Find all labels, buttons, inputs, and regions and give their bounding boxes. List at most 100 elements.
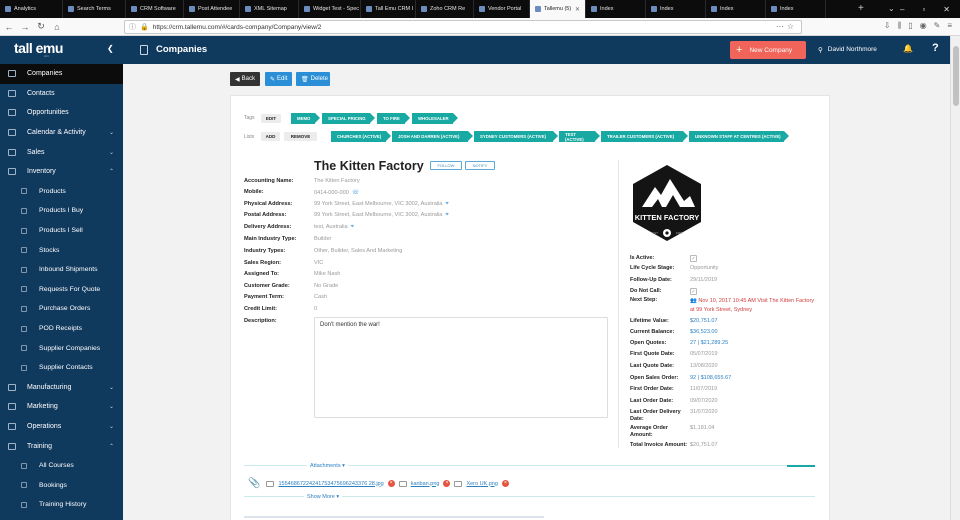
sidebar-item-all-courses[interactable]: All Courses <box>0 456 123 476</box>
sidebar-item-companies[interactable]: Companies <box>0 64 123 84</box>
tag-chip[interactable]: TO FIRE <box>377 113 410 124</box>
menu-icon[interactable]: ≡ <box>947 21 952 31</box>
delete-attachment-icon[interactable]: × <box>501 480 509 487</box>
browser-tab[interactable]: CRM Software <box>126 0 184 18</box>
extension-icon[interactable]: ✎ <box>934 21 941 31</box>
attachment-link[interactable]: Xero UK.png <box>466 481 498 487</box>
tag-chip[interactable]: WHOLESALER <box>412 113 458 124</box>
sidebar-item-inbound-shipments[interactable]: Inbound Shipments <box>0 260 123 280</box>
app-logo[interactable]: tall emu crm <box>14 40 63 58</box>
minimize-icon[interactable]: – <box>900 5 904 14</box>
delete-attachment-icon[interactable]: × <box>443 480 451 487</box>
sidebar-item-bookings[interactable]: Bookings <box>0 475 123 495</box>
sidebar-item-calendar-activity[interactable]: Calendar & Activity ⌄ <box>0 123 123 143</box>
scrollbar-thumb[interactable] <box>953 46 959 106</box>
sidebar-item-pod-receipts[interactable]: POD Receipts <box>0 319 123 339</box>
list-chip[interactable]: TEST (ACTIVE) <box>559 131 600 142</box>
map-marker-icon[interactable]: ⌖ <box>445 212 448 218</box>
maximize-icon[interactable]: ▫ <box>922 5 925 14</box>
sidebar-item-products-i-buy[interactable]: Products I Buy <box>0 201 123 221</box>
back-nav-icon[interactable]: ← <box>2 22 16 32</box>
browser-tab[interactable]: Widget Test - Spec <box>299 0 361 18</box>
paperclip-icon[interactable]: 📎 <box>248 478 260 489</box>
description-box[interactable]: Don't mention the war! <box>314 317 608 418</box>
list-chip[interactable]: CHURCHES (ACTIVE) <box>331 131 391 142</box>
account-icon[interactable]: ◉ <box>920 21 927 31</box>
lists-remove-button[interactable]: REMOVE <box>284 132 317 141</box>
sidebar-toggle-icon[interactable]: ▯ <box>908 21 912 31</box>
list-chip[interactable]: JOSH AND DARREN (ACTIVE) <box>392 131 473 142</box>
sidebar-item-operations[interactable]: Operations ⌄ <box>0 417 123 437</box>
chevron-icon[interactable]: ⌄ <box>109 149 114 156</box>
sidebar-item-stocks[interactable]: Stocks <box>0 240 123 260</box>
sidebar-item-manufacturing[interactable]: Manufacturing ⌄ <box>0 378 123 398</box>
browser-tab[interactable]: Index <box>766 0 826 18</box>
chevron-icon[interactable]: ⌄ <box>109 384 114 391</box>
new-company-button[interactable]: + New Company <box>730 41 806 59</box>
sidebar-item-requests-for-quote[interactable]: Requests For Quote <box>0 280 123 300</box>
summary-value[interactable]: $36,523.00 <box>690 329 718 335</box>
close-tab-icon[interactable]: ✕ <box>575 6 580 13</box>
chevron-icon[interactable]: ⌃ <box>109 443 114 450</box>
is-active-checkbox[interactable]: ✓ <box>690 255 697 262</box>
browser-tab[interactable]: Search Terms <box>63 0 126 18</box>
edit-button[interactable]: ✎ Edit <box>265 72 292 86</box>
delete-attachment-icon[interactable]: × <box>387 480 395 487</box>
collapse-sidebar-icon[interactable]: ❮ <box>107 44 114 53</box>
list-chip[interactable]: TRAILER CUSTOMERS (ACTIVE) <box>601 131 688 142</box>
summary-value[interactable]: 92 | $108,655.67 <box>690 375 731 381</box>
phone-icon[interactable]: ☏ <box>352 190 360 196</box>
address-bar[interactable]: ⓘ 🔒 https://crm.tallemu.com/#/cards-comp… <box>124 20 802 34</box>
reload-icon[interactable]: ↻ <box>34 21 48 32</box>
tab-list-icon[interactable]: ⌄ <box>888 4 895 13</box>
list-chip[interactable]: UNKNOWN STAFF AT CENTRES (ACTIVE) <box>689 131 789 142</box>
download-icon[interactable]: ⇩ <box>884 21 891 31</box>
browser-tab[interactable]: XML Sitemap <box>240 0 299 18</box>
help-button[interactable]: ? <box>932 42 939 54</box>
library-icon[interactable]: ⫼ <box>898 21 902 31</box>
page-info-icon[interactable]: ⓘ <box>129 22 136 32</box>
attachment-link[interactable]: kanban.png <box>411 481 440 487</box>
tag-chip[interactable]: SPECIAL PRICING <box>322 113 375 124</box>
dnc-checkbox[interactable]: ✓ <box>690 288 697 295</box>
attachment-link[interactable]: 15546867224241753475696243376 28.jpg <box>278 481 383 487</box>
tags-edit-button[interactable]: EDIT <box>261 114 281 123</box>
sidebar-item-purchase-orders[interactable]: Purchase Orders <box>0 299 123 319</box>
back-button[interactable]: ◀ Back <box>230 72 260 86</box>
delete-button[interactable]: 🗑 Delete <box>296 72 330 86</box>
list-chip[interactable]: SYDNEY CUSTOMERS (ACTIVE) <box>474 131 558 142</box>
close-window-icon[interactable]: ✕ <box>943 5 950 14</box>
sidebar-item-training-history[interactable]: Training History <box>0 495 123 515</box>
sidebar-item-products-i-sell[interactable]: Products I Sell <box>0 221 123 241</box>
show-more-toggle[interactable]: Show More ▾ <box>304 494 343 500</box>
browser-tab[interactable]: Analytics <box>0 0 63 18</box>
sidebar-item-reporting[interactable]: Reporting⌄ <box>0 515 123 520</box>
browser-tab[interactable]: Vendor Portal <box>474 0 530 18</box>
chevron-icon[interactable]: ⌃ <box>109 168 114 175</box>
browser-tab[interactable]: Index <box>646 0 706 18</box>
attachments-toggle[interactable]: Attachments ▾ <box>307 463 348 469</box>
browser-tab[interactable]: Index <box>706 0 766 18</box>
sidebar-item-products[interactable]: Products <box>0 182 123 202</box>
map-marker-icon[interactable]: ⌖ <box>445 201 448 207</box>
browser-tab[interactable]: Index <box>586 0 646 18</box>
browser-tab[interactable]: Zoho CRM Re <box>416 0 474 18</box>
page-scrollbar[interactable] <box>950 36 960 520</box>
browser-tab[interactable]: Tallemu (5) ✕ <box>530 0 586 18</box>
sidebar-item-marketing[interactable]: Marketing ⌄ <box>0 397 123 417</box>
browser-tab[interactable]: Post Attendee <box>184 0 240 18</box>
sidebar-item-inventory[interactable]: Inventory ⌃ <box>0 162 123 182</box>
browser-tab[interactable]: Tall Emu CRM I <box>361 0 416 18</box>
user-menu[interactable]: ⚲ David Northmore <box>818 46 877 54</box>
sidebar-item-training[interactable]: Training ⌃ <box>0 436 123 456</box>
map-marker-icon[interactable]: ⌖ <box>351 224 354 230</box>
sidebar-item-contacts[interactable]: Contacts <box>0 84 123 104</box>
follow-button[interactable]: FOLLOW <box>430 161 462 170</box>
notify-button[interactable]: NOTIFY <box>465 161 495 170</box>
summary-value[interactable]: 27 | $21,289.25 <box>690 340 728 346</box>
sidebar-item-supplier-companies[interactable]: Supplier Companies <box>0 338 123 358</box>
chevron-icon[interactable]: ⌄ <box>109 129 114 136</box>
chevron-icon[interactable]: ⌄ <box>109 403 114 410</box>
chevron-icon[interactable]: ⌄ <box>109 423 114 430</box>
lists-add-button[interactable]: ADD <box>261 132 280 141</box>
